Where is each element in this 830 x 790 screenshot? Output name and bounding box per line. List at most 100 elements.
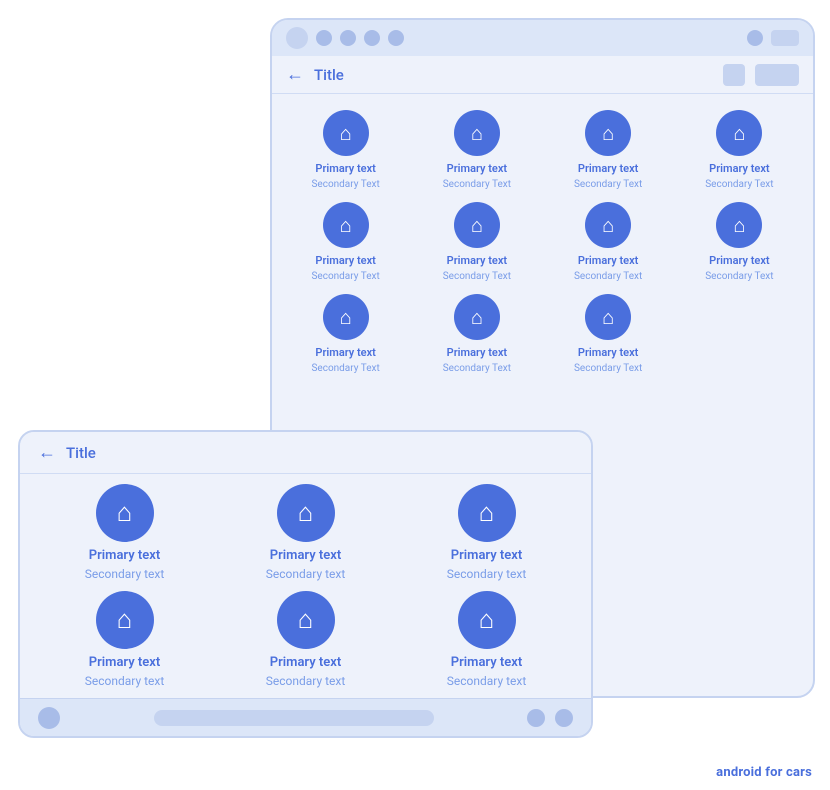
phone-grid: ⌂ Primary text Secondary Text ⌂ Primary …: [282, 110, 803, 374]
grid-secondary-text: Secondary Text: [705, 271, 773, 282]
grid-secondary-text: Secondary Text: [311, 271, 379, 282]
grid-secondary-text: Secondary Text: [574, 363, 642, 374]
home-icon: ⌂: [117, 500, 133, 526]
grid-primary-text: Primary text: [315, 162, 375, 175]
home-icon: ⌂: [340, 307, 352, 327]
home-icon: ⌂: [471, 307, 483, 327]
home-icon: ⌂: [471, 215, 483, 235]
grid-item[interactable]: ⌂ Primary text Secondary Text: [413, 202, 540, 282]
grid-primary-text: Primary text: [447, 346, 507, 359]
grid-secondary-text: Secondary text: [266, 567, 346, 581]
watermark-suffix: for cars: [762, 765, 812, 780]
home-icon-circle: ⌂: [96, 484, 154, 542]
grid-item[interactable]: ⌂ Primary text Secondary Text: [282, 202, 409, 282]
grid-primary-text: Primary text: [270, 655, 341, 670]
home-icon: ⌂: [117, 607, 133, 633]
grid-item[interactable]: ⌂ Primary text Secondary Text: [545, 202, 672, 282]
grid-primary-text: Primary text: [709, 162, 769, 175]
tablet-grid: ⌂ Primary text Secondary text ⌂ Primary …: [38, 484, 573, 688]
grid-secondary-text: Secondary text: [447, 567, 527, 581]
grid-item[interactable]: ⌂ Primary text Secondary Text: [676, 110, 803, 190]
bottom-right-dots: [527, 709, 573, 727]
home-icon: ⌂: [602, 123, 614, 143]
tablet-mockup: ← Title ⌂ Primary text Secondary text ⌂ …: [18, 430, 593, 738]
bottom-pill: [154, 710, 434, 726]
grid-item[interactable]: ⌂ Primary text Secondary Text: [545, 110, 672, 190]
grid-primary-text: Primary text: [447, 162, 507, 175]
grid-primary-text: Primary text: [709, 254, 769, 267]
watermark: android for cars: [716, 765, 812, 780]
grid-secondary-text: Secondary Text: [443, 179, 511, 190]
home-icon-circle: ⌂: [585, 294, 631, 340]
home-icon-circle: ⌂: [585, 202, 631, 248]
grid-secondary-text: Secondary Text: [311, 363, 379, 374]
grid-primary-text: Primary text: [578, 162, 638, 175]
bottom-dot-sm-2: [555, 709, 573, 727]
tablet-content: ⌂ Primary text Secondary text ⌂ Primary …: [20, 474, 591, 698]
grid-secondary-text: Secondary Text: [311, 179, 379, 190]
home-icon-circle: ⌂: [454, 202, 500, 248]
tablet-grid-item[interactable]: ⌂ Primary text Secondary text: [219, 591, 392, 688]
home-icon: ⌂: [733, 123, 745, 143]
status-dot-2: [340, 30, 356, 46]
grid-secondary-text: Secondary text: [85, 567, 165, 581]
tablet-grid-item[interactable]: ⌂ Primary text Secondary text: [38, 484, 211, 581]
grid-secondary-text: Secondary text: [85, 674, 165, 688]
home-icon: ⌂: [298, 500, 314, 526]
phone-title: Title: [314, 66, 713, 84]
home-icon-circle: ⌂: [458, 484, 516, 542]
home-icon-circle: ⌂: [277, 591, 335, 649]
grid-primary-text: Primary text: [447, 254, 507, 267]
status-dot-1: [316, 30, 332, 46]
tablet-grid-item[interactable]: ⌂ Primary text Secondary text: [400, 591, 573, 688]
phone-toolbar: ← Title: [272, 56, 813, 94]
grid-item[interactable]: ⌂ Primary text Secondary Text: [413, 294, 540, 374]
tablet-title: Title: [66, 444, 573, 462]
home-icon-circle: ⌂: [716, 202, 762, 248]
tablet-grid-item[interactable]: ⌂ Primary text Secondary text: [219, 484, 392, 581]
grid-secondary-text: Secondary Text: [574, 271, 642, 282]
grid-secondary-text: Secondary Text: [443, 271, 511, 282]
status-dot-4: [388, 30, 404, 46]
home-icon-circle: ⌂: [585, 110, 631, 156]
toolbar-icon-rect[interactable]: [723, 64, 745, 86]
grid-item[interactable]: ⌂ Primary text Secondary Text: [413, 110, 540, 190]
grid-item[interactable]: ⌂ Primary text Secondary Text: [676, 202, 803, 282]
grid-primary-text: Primary text: [315, 346, 375, 359]
home-icon: ⌂: [733, 215, 745, 235]
grid-primary-text: Primary text: [578, 346, 638, 359]
tablet-grid-item[interactable]: ⌂ Primary text Secondary text: [38, 591, 211, 688]
home-icon-circle: ⌂: [454, 294, 500, 340]
grid-secondary-text: Secondary Text: [443, 363, 511, 374]
home-icon: ⌂: [479, 500, 495, 526]
bottom-dot-sm-1: [527, 709, 545, 727]
home-icon-circle: ⌂: [96, 591, 154, 649]
home-icon: ⌂: [602, 307, 614, 327]
grid-secondary-text: Secondary Text: [705, 179, 773, 190]
home-icon-circle: ⌂: [323, 294, 369, 340]
home-icon: ⌂: [602, 215, 614, 235]
home-icon: ⌂: [479, 607, 495, 633]
grid-primary-text: Primary text: [578, 254, 638, 267]
grid-primary-text: Primary text: [451, 548, 522, 563]
grid-item[interactable]: ⌂ Primary text Secondary Text: [545, 294, 672, 374]
home-icon: ⌂: [340, 215, 352, 235]
toolbar-icon-rect-wide[interactable]: [755, 64, 799, 86]
grid-item[interactable]: ⌂ Primary text Secondary Text: [282, 110, 409, 190]
grid-primary-text: Primary text: [89, 548, 160, 563]
tablet-grid-item[interactable]: ⌂ Primary text Secondary text: [400, 484, 573, 581]
tablet-bottom-bar: [20, 698, 591, 736]
back-button[interactable]: ←: [286, 64, 304, 85]
bottom-dot-left: [38, 707, 60, 729]
phone-status-bar: [272, 20, 813, 56]
tablet-back-button[interactable]: ←: [38, 442, 56, 463]
grid-primary-text: Primary text: [270, 548, 341, 563]
home-icon-circle: ⌂: [323, 110, 369, 156]
status-dot-right-1: [747, 30, 763, 46]
home-icon: ⌂: [340, 123, 352, 143]
home-icon-circle: ⌂: [458, 591, 516, 649]
status-dot-3: [364, 30, 380, 46]
grid-item[interactable]: ⌂ Primary text Secondary Text: [282, 294, 409, 374]
watermark-prefix: android: [716, 765, 762, 780]
status-dot-large: [286, 27, 308, 49]
